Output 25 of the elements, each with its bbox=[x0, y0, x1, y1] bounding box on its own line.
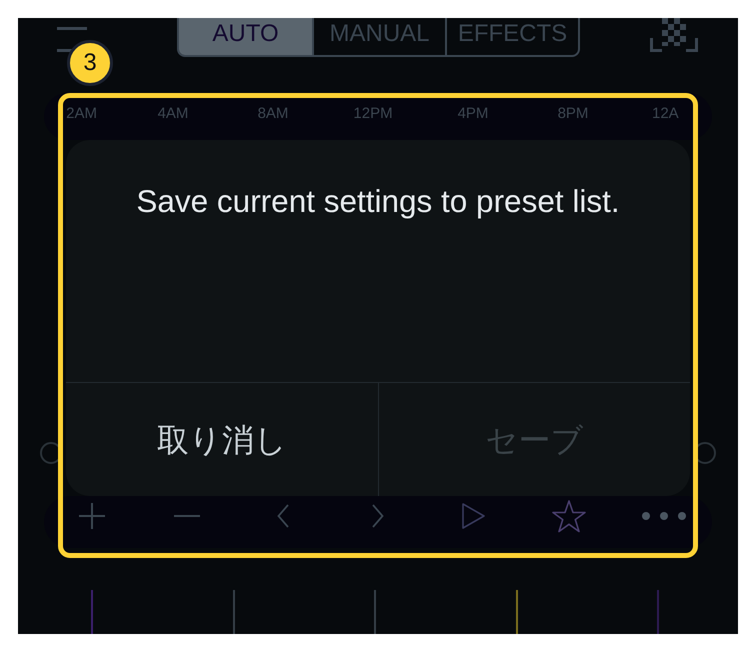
plus-icon[interactable] bbox=[78, 503, 105, 529]
mode-tab[interactable]: AUTO bbox=[179, 18, 312, 55]
time-label: 12A bbox=[652, 104, 679, 124]
marker-line bbox=[91, 590, 93, 634]
dialog-message: Save current settings to preset list. bbox=[136, 182, 620, 220]
chevron-left-icon[interactable] bbox=[276, 504, 289, 528]
marker-line bbox=[657, 590, 659, 634]
star-icon[interactable] bbox=[552, 500, 586, 532]
marker-line bbox=[232, 590, 234, 634]
cancel-button[interactable]: 取り消し bbox=[66, 383, 378, 496]
time-label: 4PM bbox=[458, 104, 488, 124]
time-label: 2AM bbox=[66, 104, 97, 124]
mode-tab[interactable]: MANUAL bbox=[312, 18, 445, 55]
mode-tab[interactable]: EFFECTS bbox=[445, 18, 578, 55]
marker-line bbox=[516, 590, 518, 634]
time-label: 8PM bbox=[558, 104, 588, 124]
chevron-right-icon[interactable] bbox=[372, 504, 384, 528]
qr-code-icon[interactable] bbox=[650, 18, 698, 52]
step-badge: 3 bbox=[67, 40, 113, 86]
marker-line bbox=[374, 590, 376, 634]
time-label: 4AM bbox=[158, 104, 188, 124]
time-label: 8AM bbox=[258, 104, 288, 124]
ellipsis-icon[interactable] bbox=[642, 512, 686, 520]
time-label: 12PM bbox=[353, 104, 393, 124]
play-icon[interactable] bbox=[462, 503, 485, 529]
